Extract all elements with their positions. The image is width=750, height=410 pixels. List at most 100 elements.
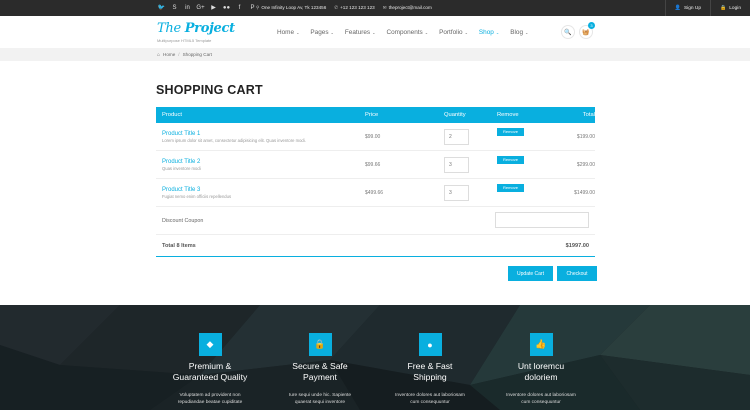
breadcrumb-home[interactable]: Home: [163, 52, 175, 57]
product-description: Fugiat nemo enim officiis repellendus: [162, 193, 232, 199]
chevron-down-icon: ⌄: [296, 29, 300, 35]
feature-title: Unt loremcu doloriem: [517, 361, 565, 382]
quantity-cell: 2: [444, 128, 497, 145]
home-icon: ⌂: [157, 51, 161, 58]
features-section: ◆ Premium & Guaranteed Quality Voluptatem…: [0, 305, 750, 410]
address: ⚲ One Infinity Loop Av, Tk 123456: [256, 5, 327, 10]
social-links: 🐦 S in G+ ▶ ●● f P: [157, 0, 257, 16]
nav-item-portfolio[interactable]: Portfolio ⌄: [439, 29, 468, 36]
breadcrumb-current: Shopping Cart: [182, 52, 212, 57]
line-total: $199.00: [576, 133, 595, 140]
lock-icon: 🔒: [308, 333, 332, 356]
email[interactable]: ✉ theproject@mail.com: [383, 5, 432, 11]
header-remove: Remove: [497, 112, 519, 118]
quantity-cell: 3: [444, 156, 497, 173]
nav-item-home[interactable]: Home ⌄: [277, 29, 299, 36]
product-price: $99.00: [365, 133, 381, 140]
feature-title: Secure & Safe Payment: [292, 361, 348, 382]
nav-item-blog[interactable]: Blog ⌄: [510, 29, 528, 36]
twitter-icon[interactable]: 🐦: [157, 4, 166, 13]
cart-row: Product Title 1 Lorem ipsum dolor sit am…: [156, 123, 595, 151]
phone: ✆ +12 123 123 123: [334, 5, 375, 10]
googleplus-icon[interactable]: G+: [196, 4, 205, 13]
cart-table: Product Price Quantity Remove Total Prod…: [156, 107, 595, 257]
chevron-down-icon: ⌄: [424, 29, 429, 35]
top-bar: 🐦 S in G+ ▶ ●● f P ⚲ One Infinity Loop Av…: [0, 0, 750, 16]
search-button[interactable]: 🔍: [561, 25, 575, 39]
header-price: Price: [365, 112, 379, 118]
auth-buttons: 👤 Sign Up 🔒 Login: [664, 0, 750, 16]
phone-icon: ✆: [334, 5, 339, 10]
coupon-row: Discount Coupon: [156, 207, 595, 235]
header-quantity: Quantity: [444, 112, 466, 118]
coupon-input[interactable]: [495, 212, 589, 228]
thumbs-up-icon: 👍: [529, 333, 553, 356]
coupon-label: Discount Coupon: [162, 218, 204, 224]
facebook-icon[interactable]: f: [235, 4, 244, 13]
quantity-input[interactable]: 3: [444, 184, 469, 201]
product-cell: Product Title 2 Quas inventore modi: [162, 159, 365, 171]
product-title-link[interactable]: Product Title 2: [162, 159, 365, 165]
cart-count-badge: 3: [588, 22, 595, 29]
shopping-basket-icon: 🧺: [582, 29, 590, 36]
line-total: $299.00: [576, 161, 595, 168]
header-product: Product: [162, 112, 182, 118]
chevron-down-icon: ⌄: [525, 29, 529, 35]
chevron-down-icon: ⌄: [464, 29, 468, 35]
chevron-down-icon: ⌄: [330, 29, 334, 35]
globe-icon: ●: [418, 333, 442, 356]
total-items-label: Total 8 Items: [162, 243, 196, 249]
linkedin-icon[interactable]: in: [183, 4, 192, 13]
page-title: SHOPPING CART: [156, 83, 263, 97]
feature-title: Premium & Guaranteed Quality: [172, 361, 248, 382]
cart-table-header: Product Price Quantity Remove Total: [156, 107, 595, 123]
youtube-icon[interactable]: ▶: [209, 4, 218, 13]
product-description: Quas inventore modi: [162, 165, 201, 171]
product-price: $499.66: [365, 189, 384, 196]
remove-button[interactable]: Remove: [497, 155, 524, 164]
line-total: $1499.00: [574, 189, 595, 196]
header-total: Total: [582, 112, 595, 118]
login-button[interactable]: 🔒 Login: [710, 0, 750, 16]
quantity-input[interactable]: 2: [444, 128, 469, 145]
feature-description: Inventore dolores aut laboriosam cum cons…: [506, 393, 576, 405]
product-title-link[interactable]: Product Title 1: [162, 131, 365, 137]
cart-row: Product Title 3 Fugiat nemo enim officii…: [156, 179, 595, 207]
product-price: $99.66: [365, 161, 381, 168]
diamond-icon: ◆: [198, 333, 222, 356]
breadcrumb-separator: /: [178, 52, 180, 57]
search-icon: 🔍: [564, 29, 572, 36]
main-nav: Home ⌄ Pages ⌄ Features ⌄ Components ⌄ Portf…: [277, 16, 528, 48]
feature-item: 🔒 Secure & Safe Payment Iure sequi unde h…: [265, 333, 375, 406]
chevron-down-icon: ⌄: [495, 29, 500, 35]
remove-button[interactable]: Remove: [497, 127, 524, 136]
main-header: The Project Multipurpose HTML5 Template …: [0, 16, 750, 48]
product-cell: Product Title 1 Lorem ipsum dolor sit am…: [162, 131, 365, 143]
quantity-input[interactable]: 3: [444, 156, 469, 173]
update-cart-button[interactable]: Update Cart: [508, 266, 553, 281]
envelope-icon: ✉: [382, 5, 387, 10]
product-description: Lorem ipsum dolor sit amet, consectetur …: [162, 137, 306, 143]
checkout-button[interactable]: Checkout: [557, 266, 597, 281]
cart-row: Product Title 2 Quas inventore modi $99.…: [156, 151, 595, 179]
feature-item: ◆ Premium & Guaranteed Quality Voluptatem…: [155, 333, 265, 406]
breadcrumb: ⌂ Home / Shopping Cart: [0, 48, 750, 61]
cart-actions: Update Cart Checkout: [508, 266, 597, 281]
cart-total-row: Total 8 Items $1997.00: [156, 235, 595, 257]
map-marker-icon: ⚲: [256, 5, 260, 10]
nav-item-pages[interactable]: Pages ⌄: [310, 29, 333, 36]
total-amount: $1997.00: [565, 243, 589, 249]
remove-button[interactable]: Remove: [497, 183, 524, 192]
nav-item-shop[interactable]: Shop ⌄: [479, 29, 499, 36]
logo[interactable]: The Project: [157, 21, 235, 36]
skype-icon[interactable]: S: [170, 4, 179, 13]
chevron-down-icon: ⌄: [372, 29, 376, 35]
nav-item-features[interactable]: Features ⌄: [345, 29, 376, 36]
feature-title: Free & Fast Shipping: [407, 361, 453, 382]
flickr-icon[interactable]: ●●: [222, 4, 231, 13]
nav-item-components[interactable]: Components ⌄: [387, 29, 429, 36]
signup-button[interactable]: 👤 Sign Up: [664, 0, 710, 16]
product-title-link[interactable]: Product Title 3: [162, 187, 365, 193]
lock-icon: 🔒: [720, 5, 727, 11]
feature-item: ● Free & Fast Shipping Inventore dolores …: [375, 333, 485, 406]
